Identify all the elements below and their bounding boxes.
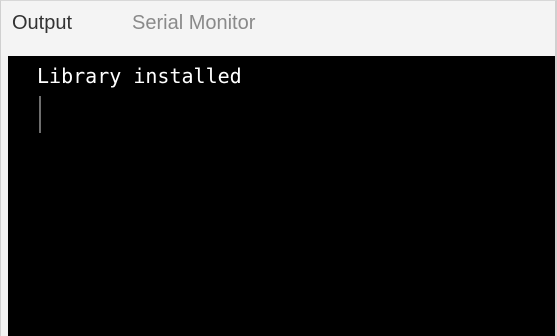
output-panel: Output Serial Monitor Library installed bbox=[0, 0, 557, 336]
tab-serial-monitor[interactable]: Serial Monitor bbox=[132, 9, 255, 37]
tab-bar: Output Serial Monitor bbox=[1, 1, 555, 56]
console-line: Library installed bbox=[37, 64, 242, 88]
text-cursor bbox=[39, 96, 41, 133]
console-output[interactable]: Library installed bbox=[8, 56, 555, 336]
tab-output[interactable]: Output bbox=[12, 9, 72, 37]
